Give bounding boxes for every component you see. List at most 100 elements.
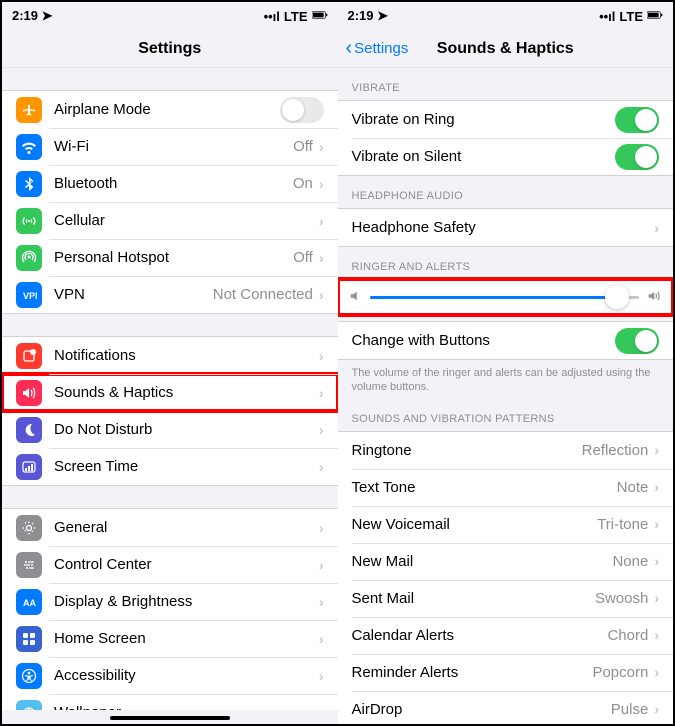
row-label: Bluetooth <box>54 175 293 192</box>
row-sounds-haptics[interactable]: Sounds & Haptics› <box>2 374 338 411</box>
row-text-tone[interactable]: Text ToneNote › <box>338 469 674 506</box>
svg-text:VPN: VPN <box>23 291 37 301</box>
home-icon <box>16 626 42 652</box>
row-label: Airplane Mode <box>54 101 280 118</box>
section-header-vibrate: VIBRATE <box>338 68 674 100</box>
home-indicator[interactable] <box>110 716 230 720</box>
row-reminder-alerts[interactable]: Reminder AlertsPopcorn › <box>338 654 674 691</box>
row-value: Pulse <box>611 701 649 718</box>
toggle-vibrate-ring[interactable] <box>615 107 659 133</box>
row-airplane-mode[interactable]: Airplane Mode <box>2 91 338 128</box>
row-label: Vibrate on Ring <box>352 111 616 128</box>
screentime-icon <box>16 454 42 480</box>
back-button[interactable]: ‹ Settings <box>346 37 409 60</box>
row-label: Do Not Disturb <box>54 421 319 438</box>
vpn-icon: VPN <box>16 282 42 308</box>
chevron-right-icon: › <box>654 442 659 458</box>
row-vibrate-on-silent[interactable]: Vibrate on Silent <box>338 138 674 175</box>
toggle-change-buttons[interactable] <box>615 328 659 354</box>
row-label: Personal Hotspot <box>54 249 293 266</box>
chevron-right-icon: › <box>319 213 324 229</box>
carrier-label: LTE <box>284 9 308 24</box>
chevron-right-icon: › <box>319 176 324 192</box>
row-label: Cellular <box>54 212 319 229</box>
volume-low-icon <box>348 289 362 306</box>
sounds-haptics-screen: 2:19 ➤ ••ıl LTE ‹ Settings Sounds & Hapt… <box>338 2 674 724</box>
row-value: Chord <box>607 627 648 644</box>
row-label: Notifications <box>54 347 319 364</box>
chevron-left-icon: ‹ <box>346 37 353 60</box>
chevron-right-icon: › <box>319 631 324 647</box>
toggle-vibrate-silent[interactable] <box>615 144 659 170</box>
chevron-right-icon: › <box>654 701 659 717</box>
section-header-patterns: SOUNDS AND VIBRATION PATTERNS <box>338 399 674 431</box>
toggle[interactable] <box>280 97 324 123</box>
hotspot-icon <box>16 245 42 271</box>
navbar: Settings <box>2 30 338 68</box>
row-airdrop[interactable]: AirDropPulse › <box>338 691 674 724</box>
svg-text:AA: AA <box>23 598 36 608</box>
row-vpn[interactable]: VPNVPNNot Connected› <box>2 276 338 313</box>
row-new-mail[interactable]: New MailNone› <box>338 543 674 580</box>
volume-slider[interactable] <box>370 296 640 299</box>
row-bluetooth[interactable]: BluetoothOn› <box>2 165 338 202</box>
chevron-right-icon: › <box>319 459 324 475</box>
row-change-with-buttons[interactable]: Change with Buttons <box>338 322 674 359</box>
row-wi-fi[interactable]: Wi-FiOff› <box>2 128 338 165</box>
section-header-ringer: RINGER AND ALERTS <box>338 247 674 279</box>
row-label: AirDrop <box>352 701 611 718</box>
chevron-right-icon: › <box>319 594 324 610</box>
notif-icon <box>16 343 42 369</box>
volume-slider-row[interactable] <box>338 280 674 314</box>
row-value: Note <box>617 479 649 496</box>
general-icon <box>16 515 42 541</box>
sounds-icon <box>16 380 42 406</box>
ringer-volume-group <box>338 279 674 315</box>
battery-icon <box>312 7 328 26</box>
accessibility-icon <box>16 663 42 689</box>
row-new-voicemail[interactable]: New VoicemailTri-tone› <box>338 506 674 543</box>
settings-list[interactable]: Airplane ModeWi-FiOff›BluetoothOn›Cellul… <box>2 68 338 710</box>
chevron-right-icon: › <box>654 479 659 495</box>
dnd-icon <box>16 417 42 443</box>
row-notifications[interactable]: Notifications› <box>2 337 338 374</box>
chevron-right-icon: › <box>654 516 659 532</box>
row-label: Accessibility <box>54 667 319 684</box>
row-label: Control Center <box>54 556 319 573</box>
chevron-right-icon: › <box>654 664 659 680</box>
sounds-list[interactable]: VIBRATE Vibrate on Ring Vibrate on Silen… <box>338 68 674 724</box>
row-personal-hotspot[interactable]: Personal HotspotOff› <box>2 239 338 276</box>
row-label: Reminder Alerts <box>352 664 593 681</box>
row-headphone-safety[interactable]: Headphone Safety › <box>338 209 674 246</box>
row-accessibility[interactable]: Accessibility› <box>2 657 338 694</box>
signal-icon: ••ıl <box>599 9 615 24</box>
row-label: Sounds & Haptics <box>54 384 319 401</box>
row-do-not-disturb[interactable]: Do Not Disturb› <box>2 411 338 448</box>
row-value: Popcorn <box>592 664 648 681</box>
row-vibrate-on-ring[interactable]: Vibrate on Ring <box>338 101 674 138</box>
row-label: Text Tone <box>352 479 617 496</box>
status-bar: 2:19 ➤ ••ıl LTE <box>338 2 674 30</box>
row-calendar-alerts[interactable]: Calendar AlertsChord› <box>338 617 674 654</box>
row-cellular[interactable]: Cellular› <box>2 202 338 239</box>
row-value: Swoosh <box>595 590 648 607</box>
row-ringtone[interactable]: RingtoneReflection› <box>338 432 674 469</box>
row-value: Off <box>293 249 313 266</box>
row-label: Calendar Alerts <box>352 627 608 644</box>
row-general[interactable]: General› <box>2 509 338 546</box>
row-control-center[interactable]: Control Center› <box>2 546 338 583</box>
navbar: ‹ Settings Sounds & Haptics <box>338 30 674 68</box>
status-bar: 2:19 ➤ ••ıl LTE <box>2 2 338 30</box>
row-wallpaper[interactable]: Wallpaper› <box>2 694 338 710</box>
status-right: ••ıl LTE <box>264 7 328 26</box>
row-label: Vibrate on Silent <box>352 148 616 165</box>
chevron-right-icon: › <box>654 590 659 606</box>
row-home-screen[interactable]: Home Screen› <box>2 620 338 657</box>
row-label: Wi-Fi <box>54 138 293 155</box>
row-screen-time[interactable]: Screen Time› <box>2 448 338 485</box>
row-label: Screen Time <box>54 458 319 475</box>
row-display-brightness[interactable]: AADisplay & Brightness› <box>2 583 338 620</box>
volume-high-icon <box>647 289 663 306</box>
row-sent-mail[interactable]: Sent MailSwoosh› <box>338 580 674 617</box>
row-value: Off <box>293 138 313 155</box>
